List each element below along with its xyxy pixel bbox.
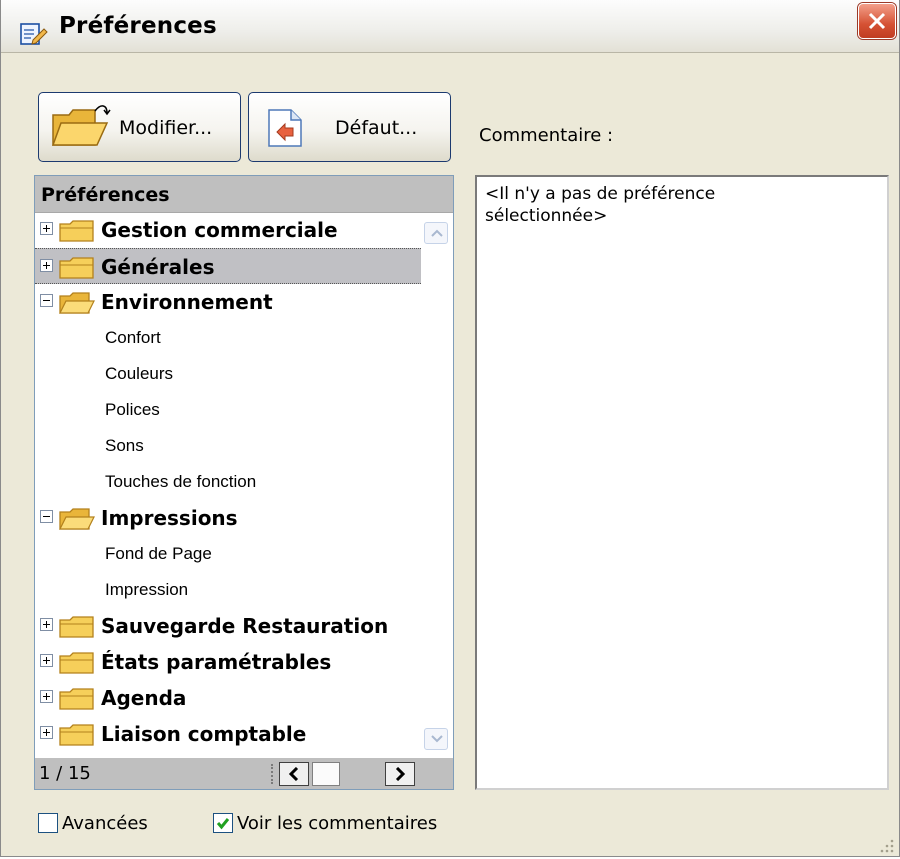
tree-header-label: Préférences bbox=[41, 184, 170, 206]
previous-button[interactable] bbox=[279, 762, 309, 786]
tree-item-polices[interactable]: Polices bbox=[35, 392, 421, 428]
comment-text: <Il n'y a pas de préférence sélectionnée… bbox=[485, 183, 865, 227]
expand-icon[interactable] bbox=[40, 259, 53, 272]
tree-item-label: Fond de Page bbox=[105, 544, 212, 563]
chevron-up-icon bbox=[431, 229, 443, 237]
folder-icon bbox=[59, 724, 95, 751]
tree-item-label: États paramétrables bbox=[101, 650, 332, 674]
tree-item-label: Agenda bbox=[101, 686, 187, 710]
expand-icon[interactable] bbox=[40, 654, 53, 667]
tree-item-label: Générales bbox=[101, 255, 215, 279]
tree-header: Préférences bbox=[35, 176, 453, 213]
modifier-button[interactable]: Modifier... bbox=[38, 92, 241, 162]
collapse-icon[interactable] bbox=[40, 294, 53, 307]
next-button[interactable] bbox=[385, 762, 415, 786]
checkbox-box[interactable] bbox=[213, 813, 233, 833]
close-button[interactable] bbox=[858, 3, 896, 39]
tree-item-label: Impressions bbox=[101, 506, 238, 530]
open-folder-icon bbox=[49, 101, 111, 158]
tree-item-label: Couleurs bbox=[105, 364, 174, 383]
tree-item-agenda[interactable]: Agenda bbox=[35, 680, 421, 716]
tree-item-liaison-comptable[interactable]: Liaison comptable bbox=[35, 716, 421, 752]
folder-icon bbox=[59, 616, 95, 643]
comment-label: Commentaire : bbox=[479, 125, 614, 146]
defaut-label: Défaut... bbox=[335, 117, 418, 139]
window-title: Préférences bbox=[59, 13, 217, 39]
folder-icon bbox=[59, 257, 95, 284]
tree-item-impressions[interactable]: Impressions bbox=[35, 500, 421, 536]
tree-item-label: Touches de fonction bbox=[105, 472, 257, 491]
comment-box[interactable]: <Il n'y a pas de préférence sélectionnée… bbox=[475, 175, 889, 790]
chevron-down-icon bbox=[431, 735, 443, 743]
chevron-right-icon bbox=[395, 767, 406, 781]
expand-icon[interactable] bbox=[40, 222, 53, 235]
checkmark-icon bbox=[216, 818, 230, 830]
tree-item-couleurs[interactable]: Couleurs bbox=[35, 356, 421, 392]
tree-rows: Gestion commerciale Générales Environnem… bbox=[35, 212, 421, 752]
tree-item-sauvegarde-restauration[interactable]: Sauvegarde Restauration bbox=[35, 608, 421, 644]
preferences-tree[interactable]: Préférences Gestion commerciale Générale… bbox=[34, 175, 454, 790]
folder-icon bbox=[59, 688, 95, 715]
tree-item-impression[interactable]: Impression bbox=[35, 572, 421, 608]
title-bar[interactable]: Préférences bbox=[1, 0, 899, 53]
close-icon bbox=[868, 12, 886, 30]
expand-icon[interactable] bbox=[40, 618, 53, 631]
navigation-thumb[interactable] bbox=[312, 762, 340, 786]
preferences-window: Préférences Modifier... Défaut... Commen… bbox=[0, 0, 900, 857]
scroll-up-button[interactable] bbox=[424, 222, 448, 244]
preferences-app-icon bbox=[19, 22, 49, 45]
expand-icon[interactable] bbox=[40, 726, 53, 739]
collapse-icon[interactable] bbox=[40, 510, 53, 523]
tree-item-label: Polices bbox=[105, 400, 160, 419]
tree-vertical-scrollbar[interactable] bbox=[421, 216, 451, 754]
tree-item-confort[interactable]: Confort bbox=[35, 320, 421, 356]
tree-item-label: Sauvegarde Restauration bbox=[101, 614, 389, 638]
voir-label: Voir les commentaires bbox=[237, 813, 438, 834]
tree-item-generales[interactable]: Générales bbox=[35, 248, 421, 284]
restore-default-icon bbox=[267, 108, 303, 153]
avancees-label: Avancées bbox=[62, 813, 148, 834]
comment-line-1: <Il n'y a pas de préférence bbox=[485, 184, 716, 204]
page-count: 1 / 15 bbox=[39, 763, 91, 784]
tree-item-environnement[interactable]: Environnement bbox=[35, 284, 421, 320]
expand-icon[interactable] bbox=[40, 690, 53, 703]
tree-item-label: Environnement bbox=[101, 290, 273, 314]
tree-item-label: Impression bbox=[105, 580, 189, 599]
defaut-button[interactable]: Défaut... bbox=[248, 92, 451, 162]
open-folder-icon bbox=[59, 292, 95, 319]
tree-item-gestion-commerciale[interactable]: Gestion commerciale bbox=[35, 212, 421, 248]
chevron-left-icon bbox=[288, 767, 299, 781]
folder-icon bbox=[59, 652, 95, 679]
tree-item-touches-de-fonction[interactable]: Touches de fonction bbox=[35, 464, 421, 500]
tree-item-sons[interactable]: Sons bbox=[35, 428, 421, 464]
grip-handle bbox=[271, 764, 277, 784]
tree-item-label: Sons bbox=[105, 436, 144, 455]
comment-line-2: sélectionnée> bbox=[485, 206, 608, 226]
tree-item-label: Liaison comptable bbox=[101, 722, 307, 746]
modifier-label: Modifier... bbox=[119, 117, 213, 139]
scroll-down-button[interactable] bbox=[424, 728, 448, 750]
tree-item-label: Gestion commerciale bbox=[101, 218, 338, 242]
open-folder-icon bbox=[59, 508, 95, 535]
tree-item-fond-de-page[interactable]: Fond de Page bbox=[35, 536, 421, 572]
resize-grip-icon[interactable] bbox=[877, 836, 895, 854]
tree-item-etats-parametrables[interactable]: États paramétrables bbox=[35, 644, 421, 680]
tree-item-label: Confort bbox=[105, 328, 161, 347]
tree-navigation-bar: 1 / 15 bbox=[35, 758, 453, 789]
folder-icon bbox=[59, 220, 95, 247]
checkbox-box[interactable] bbox=[38, 813, 58, 833]
